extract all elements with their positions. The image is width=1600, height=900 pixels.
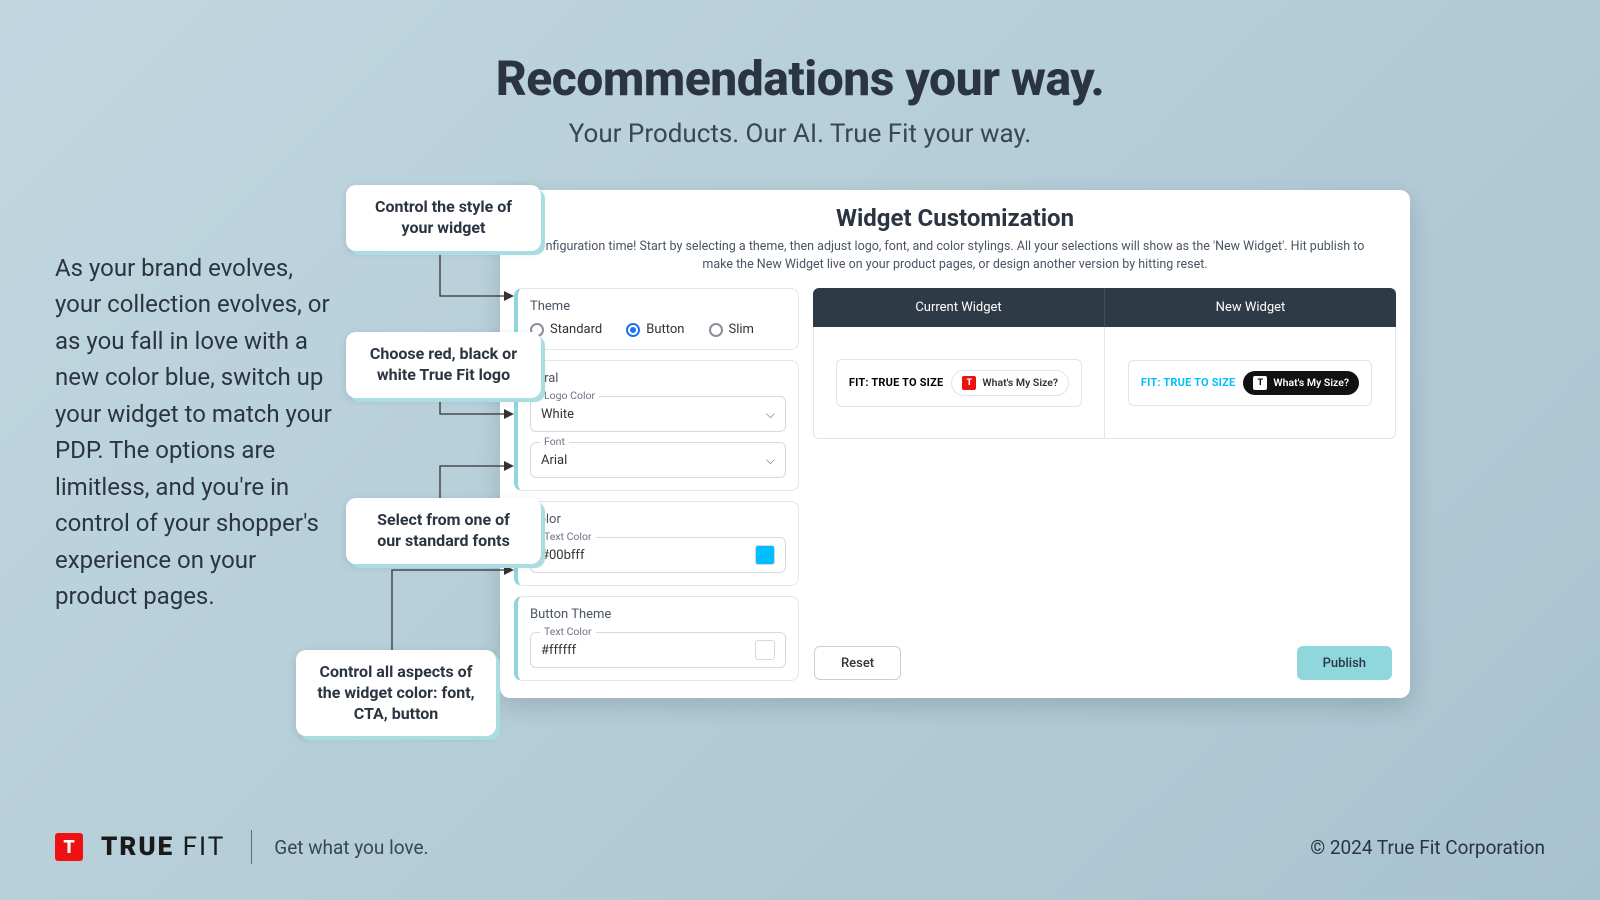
theme-card: Theme Standard Button Slim	[514, 288, 799, 350]
text-color-label: Text Color	[540, 530, 596, 543]
whats-my-size-button[interactable]: T What's My Size?	[1243, 371, 1359, 395]
general-card: neral Logo Color White ⌵ Font Arial ⌵	[514, 360, 799, 491]
truefit-mark-icon: T	[962, 376, 976, 390]
whats-my-size-button[interactable]: T What's My Size?	[951, 370, 1069, 396]
tab-new-widget[interactable]: New Widget	[1105, 288, 1396, 327]
callout-color: Control all aspects of the widget color:…	[296, 650, 496, 736]
callout-style: Control the style of your widget	[346, 185, 541, 251]
color-card: Color Text Color #00bfff	[514, 501, 799, 586]
logo-color-label: Logo Color	[540, 389, 599, 402]
color-label: Color	[530, 512, 786, 527]
panel-title: Widget Customization	[528, 204, 1382, 232]
truefit-mark-icon: T	[1253, 376, 1267, 390]
theme-label: Theme	[530, 299, 786, 314]
tab-current-widget[interactable]: Current Widget	[813, 288, 1105, 327]
theme-option-standard[interactable]: Standard	[530, 322, 602, 337]
radio-icon	[709, 323, 723, 337]
button-theme-card: Button Theme Text Color #ffffff	[514, 596, 799, 681]
current-widget-preview: FIT: TRUE TO SIZE T What's My Size?	[814, 327, 1105, 438]
button-text-color-label: Text Color	[540, 625, 596, 638]
page-title: Recommendations your way.	[0, 50, 1600, 107]
new-widget-preview: FIT: TRUE TO SIZE T What's My Size?	[1105, 327, 1395, 438]
body-copy: As your brand evolves, your collection e…	[55, 250, 335, 615]
color-swatch[interactable]	[755, 545, 775, 565]
general-label: neral	[530, 371, 786, 386]
reset-button[interactable]: Reset	[814, 646, 901, 680]
callout-font: Select from one of our standard fonts	[346, 498, 541, 564]
font-label: Font	[540, 435, 569, 448]
publish-button[interactable]: Publish	[1297, 646, 1392, 680]
fit-label: FIT: TRUE TO SIZE	[849, 376, 943, 389]
theme-option-slim[interactable]: Slim	[709, 322, 754, 337]
divider	[251, 830, 252, 864]
brand-wordmark: TRUE FIT	[101, 832, 225, 862]
truefit-logo-icon: T	[55, 833, 83, 861]
page-subtitle: Your Products. Our AI. True Fit your way…	[0, 119, 1600, 149]
brand-tagline: Get what you love.	[274, 836, 428, 859]
panel-intro: nfiguration time! Start by selecting a t…	[528, 238, 1382, 274]
callout-logo: Choose red, black or white True Fit logo	[346, 332, 541, 398]
color-swatch[interactable]	[755, 640, 775, 660]
copyright: © 2024 True Fit Corporation	[1310, 836, 1545, 859]
fit-label: FIT: TRUE TO SIZE	[1141, 376, 1235, 389]
chevron-down-icon: ⌵	[766, 453, 775, 468]
preview-tabs: Current Widget New Widget	[813, 288, 1396, 327]
radio-icon	[626, 323, 640, 337]
widget-customization-panel: Widget Customization nfiguration time! S…	[500, 190, 1410, 698]
theme-option-button[interactable]: Button	[626, 322, 684, 337]
button-theme-label: Button Theme	[530, 607, 786, 622]
chevron-down-icon: ⌵	[766, 407, 775, 422]
